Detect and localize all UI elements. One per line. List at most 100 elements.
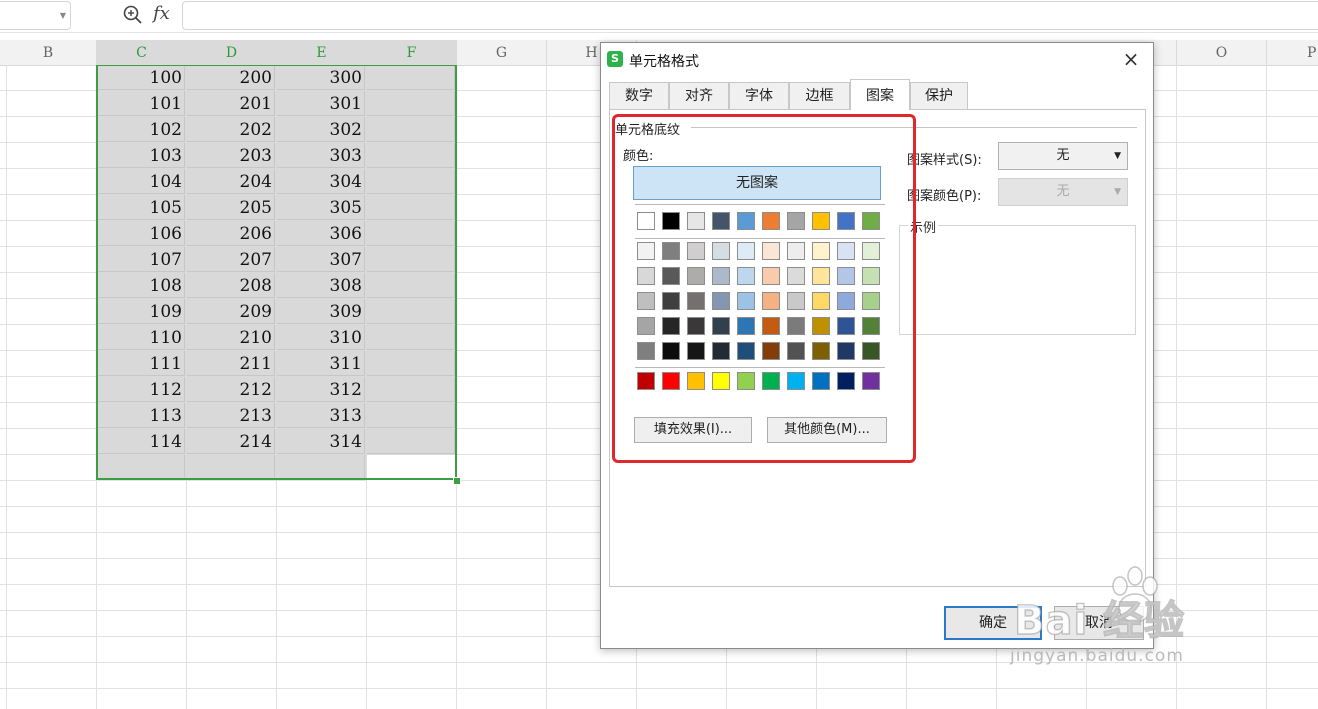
tint-color-swatch[interactable] [812, 267, 830, 285]
tint-color-swatch[interactable] [812, 292, 830, 310]
tint-color-swatch[interactable] [687, 267, 705, 285]
column-header-e[interactable]: E [277, 40, 367, 65]
tint-color-swatch[interactable] [737, 317, 755, 335]
tint-color-swatch[interactable] [812, 242, 830, 260]
tint-color-swatch[interactable] [862, 317, 880, 335]
column-header-g[interactable]: G [457, 40, 547, 65]
tint-color-swatch[interactable] [812, 317, 830, 335]
tab-protection[interactable]: 保护 [910, 82, 968, 109]
standard-color-swatch[interactable] [737, 372, 755, 390]
tint-color-swatch[interactable] [662, 317, 680, 335]
tint-color-swatch[interactable] [712, 317, 730, 335]
standard-color-swatch[interactable] [762, 372, 780, 390]
ok-button[interactable]: 确定 [944, 606, 1042, 640]
zoom-in-icon[interactable] [122, 4, 144, 26]
function-fx-icon[interactable]: fx [153, 3, 170, 24]
tint-color-swatch[interactable] [662, 242, 680, 260]
tint-color-swatch[interactable] [712, 242, 730, 260]
tab-number[interactable]: 数字 [609, 82, 669, 109]
tint-color-swatch[interactable] [687, 242, 705, 260]
cell-shading-group-title: 单元格底纹 [615, 119, 684, 138]
tint-color-swatch[interactable] [762, 292, 780, 310]
tint-color-swatch[interactable] [787, 342, 805, 360]
standard-color-swatch[interactable] [712, 372, 730, 390]
tab-alignment[interactable]: 对齐 [669, 82, 729, 109]
no-pattern-button[interactable]: 无图案 [633, 166, 881, 200]
tint-color-swatch[interactable] [837, 342, 855, 360]
dropdown-caret-icon[interactable]: ▼ [60, 11, 66, 20]
standard-color-swatch[interactable] [637, 372, 655, 390]
column-header-f[interactable]: F [367, 40, 457, 65]
tint-color-swatch[interactable] [862, 342, 880, 360]
standard-color-swatch[interactable] [812, 372, 830, 390]
tint-color-swatch[interactable] [737, 292, 755, 310]
column-header-c[interactable]: C [97, 40, 187, 65]
pattern-color-label: 图案颜色(P): [907, 189, 982, 204]
tint-color-swatch[interactable] [737, 267, 755, 285]
tint-color-swatch[interactable] [762, 267, 780, 285]
theme-color-swatch[interactable] [687, 212, 705, 230]
tint-color-swatch[interactable] [787, 267, 805, 285]
tab-border[interactable]: 边框 [789, 82, 850, 109]
tint-color-swatch[interactable] [837, 242, 855, 260]
standard-color-swatch[interactable] [662, 372, 680, 390]
theme-color-swatch[interactable] [787, 212, 805, 230]
more-colors-button[interactable]: 其他颜色(M)... [767, 417, 887, 443]
standard-color-swatch[interactable] [837, 372, 855, 390]
tint-color-swatch[interactable] [662, 342, 680, 360]
tint-color-swatch[interactable] [687, 317, 705, 335]
tint-color-swatch[interactable] [837, 292, 855, 310]
tint-color-swatch[interactable] [787, 242, 805, 260]
cancel-button[interactable]: 取消 [1054, 606, 1144, 640]
formula-input[interactable] [182, 1, 1318, 30]
tint-color-swatch[interactable] [687, 292, 705, 310]
theme-color-swatch[interactable] [837, 212, 855, 230]
tint-color-swatch[interactable] [862, 292, 880, 310]
tint-color-swatch[interactable] [837, 317, 855, 335]
tint-color-swatch[interactable] [862, 242, 880, 260]
tint-color-swatch[interactable] [762, 317, 780, 335]
tint-color-swatch[interactable] [737, 242, 755, 260]
theme-color-swatch[interactable] [812, 212, 830, 230]
column-header-b[interactable]: B [0, 40, 97, 65]
tint-color-swatch[interactable] [812, 342, 830, 360]
column-header-o[interactable]: O [1177, 40, 1267, 65]
standard-color-swatch[interactable] [787, 372, 805, 390]
tint-color-swatch[interactable] [687, 342, 705, 360]
standard-color-swatch[interactable] [687, 372, 705, 390]
tint-color-swatch[interactable] [637, 242, 655, 260]
close-icon[interactable]: × [1119, 47, 1143, 71]
tint-color-swatch[interactable] [787, 317, 805, 335]
theme-color-swatch[interactable] [737, 212, 755, 230]
tint-color-swatch[interactable] [762, 242, 780, 260]
tint-color-swatch[interactable] [787, 292, 805, 310]
tint-color-swatch[interactable] [662, 292, 680, 310]
column-header-d[interactable]: D [187, 40, 277, 65]
column-header-p[interactable]: P [1267, 40, 1318, 65]
tint-color-swatch[interactable] [712, 267, 730, 285]
tint-color-swatch[interactable] [712, 342, 730, 360]
fill-effects-button[interactable]: 填充效果(I)... [634, 417, 752, 443]
tint-color-swatch[interactable] [637, 317, 655, 335]
dialog-titlebar[interactable]: S 单元格格式 × [601, 43, 1153, 75]
theme-color-swatch[interactable] [662, 212, 680, 230]
tint-color-swatch[interactable] [837, 267, 855, 285]
theme-color-swatch[interactable] [637, 212, 655, 230]
theme-color-swatch[interactable] [762, 212, 780, 230]
tint-color-swatch[interactable] [712, 292, 730, 310]
pattern-style-select[interactable]: 无 ▼ [998, 142, 1128, 170]
name-box[interactable]: ▼ [0, 1, 71, 30]
tint-color-swatch[interactable] [762, 342, 780, 360]
theme-color-swatch[interactable] [712, 212, 730, 230]
fill-handle[interactable] [453, 477, 461, 485]
tint-color-swatch[interactable] [862, 267, 880, 285]
tint-color-swatch[interactable] [662, 267, 680, 285]
standard-color-swatch[interactable] [862, 372, 880, 390]
tint-color-swatch[interactable] [637, 267, 655, 285]
tint-color-swatch[interactable] [637, 292, 655, 310]
tint-color-swatch[interactable] [637, 342, 655, 360]
tab-patterns[interactable]: 图案 [850, 79, 910, 110]
theme-color-swatch[interactable] [862, 212, 880, 230]
tab-font[interactable]: 字体 [729, 82, 789, 109]
tint-color-swatch[interactable] [737, 342, 755, 360]
